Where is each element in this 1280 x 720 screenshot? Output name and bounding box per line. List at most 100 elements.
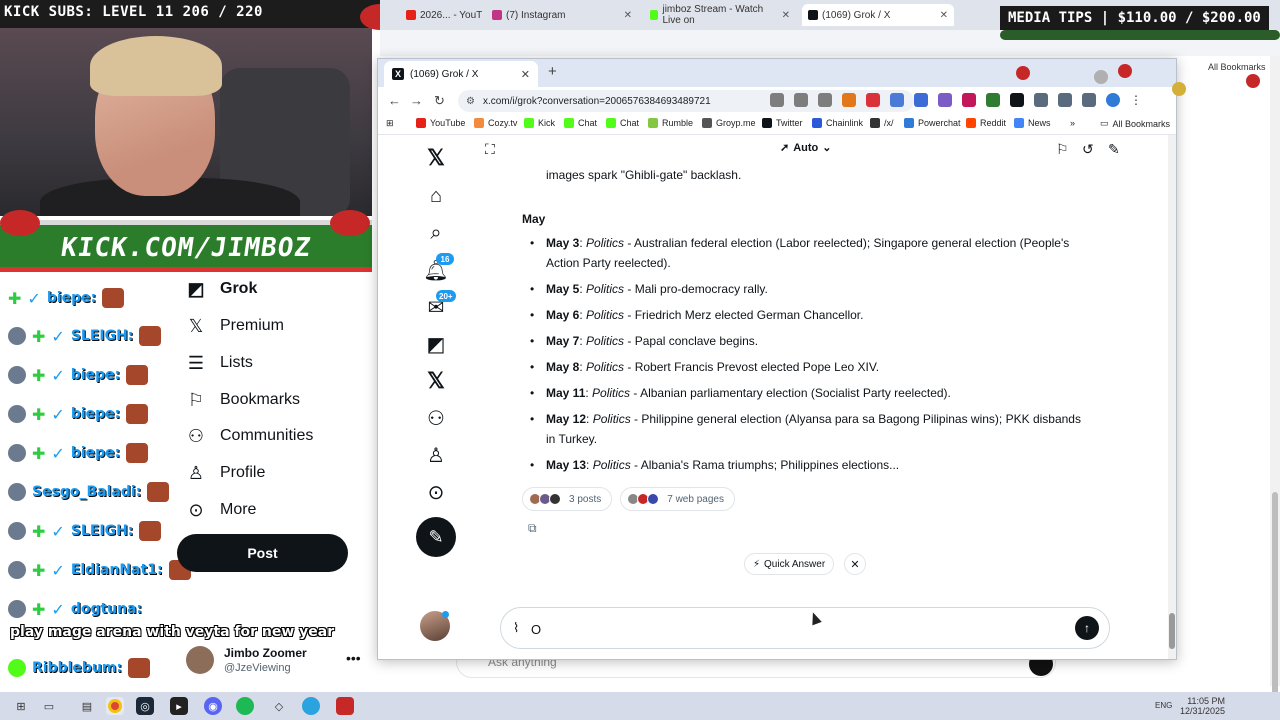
task-view-icon[interactable]: ▭	[40, 697, 58, 715]
bookmark[interactable]: Cozy.tv	[474, 118, 517, 128]
bookmark[interactable]: Kick	[524, 118, 555, 128]
app-icon[interactable]: ◇	[270, 697, 288, 715]
profile-icon[interactable]	[1106, 93, 1120, 107]
bg-post-button[interactable]: Post	[177, 534, 348, 572]
messages-icon[interactable]: ✉︎ 20+	[414, 290, 458, 322]
bg-tab[interactable]: jimboz Stream - Watch Live on ✕	[644, 4, 796, 26]
extension-icon[interactable]	[938, 93, 952, 107]
bg-nav-communities[interactable]: ⚇ Communities	[186, 422, 313, 450]
close-icon[interactable]: ✕	[521, 68, 530, 81]
sidebar-icon[interactable]	[1058, 93, 1072, 107]
gift-icon[interactable]	[866, 93, 880, 107]
bookmark[interactable]: Groyp.me	[702, 118, 756, 128]
bookmark[interactable]: YouTube	[416, 118, 465, 128]
zoom-icon[interactable]	[794, 93, 808, 107]
bg-nav-lists[interactable]: ☰ Lists	[186, 349, 253, 377]
communities-icon[interactable]: ⚇	[414, 403, 458, 433]
bg-scroll-thumb[interactable]	[1272, 492, 1278, 698]
menu-icon[interactable]: ⋮	[1130, 93, 1144, 107]
premium-icon[interactable]: 𝕏	[414, 366, 458, 396]
bg-nav-profile[interactable]: ♙ Profile	[186, 459, 265, 487]
copy-icon[interactable]: ⧉	[528, 521, 537, 536]
grok-composer[interactable]: ⌇ ↑	[500, 607, 1110, 649]
language-indicator[interactable]: ENG	[1155, 701, 1172, 710]
home-icon[interactable]: ⌂	[414, 181, 458, 211]
close-icon[interactable]: ✕	[782, 10, 790, 21]
apps-icon[interactable]: ⊞	[386, 118, 394, 129]
chrome-icon[interactable]	[106, 697, 124, 715]
bg-nav-premium[interactable]: 𝕏 Premium	[186, 312, 284, 340]
bookmark[interactable]: Twitter	[762, 118, 803, 128]
tab-search-icon[interactable]	[1082, 93, 1096, 107]
extension-icon[interactable]	[890, 93, 904, 107]
terminal-icon[interactable]: ▸	[170, 697, 188, 715]
file-explorer-icon[interactable]: ▤	[78, 697, 96, 715]
grok-input[interactable]	[531, 619, 1051, 639]
page-scrollbar[interactable]	[1168, 135, 1176, 659]
profile-icon[interactable]: ♙	[414, 440, 458, 470]
bookmark[interactable]: Chainlink	[812, 118, 863, 128]
x-logo-icon[interactable]: 𝕏	[414, 143, 458, 173]
bookmark[interactable]: Chat	[606, 118, 639, 128]
app-icon[interactable]	[336, 697, 354, 715]
bg-account-switcher[interactable]: Jimbo Zoomer @JzeViewing	[186, 646, 366, 676]
notifications-icon[interactable]: 🔔︎ 16	[414, 253, 458, 285]
bg-nav-grok[interactable]: ◩ Grok	[186, 275, 257, 303]
extension-icon[interactable]	[1034, 93, 1048, 107]
compose-post-button[interactable]: ✎	[416, 517, 456, 557]
star-icon[interactable]	[818, 93, 832, 107]
history-icon[interactable]: ↺	[1082, 141, 1094, 158]
reload-icon[interactable]: ↻	[434, 93, 445, 109]
extension-icon[interactable]	[962, 93, 976, 107]
bg-nav-bookmarks[interactable]: ⚐ Bookmarks	[186, 386, 300, 414]
bg-tab[interactable]: (1069) Grok / X ✕	[802, 4, 954, 26]
steam-icon[interactable]: ◎	[136, 697, 154, 715]
spotify-icon[interactable]	[236, 697, 254, 715]
site-info-icon[interactable]: ⚙	[466, 96, 475, 107]
scroll-thumb[interactable]	[1169, 613, 1175, 649]
close-icon[interactable]: ✕	[624, 10, 632, 21]
install-icon[interactable]	[770, 93, 784, 107]
grok-icon[interactable]: ◩	[414, 329, 458, 359]
tab-grok[interactable]: X (1069) Grok / X ✕	[384, 61, 538, 87]
web-sources-button[interactable]: 7 web pages	[620, 487, 735, 511]
bg-tab[interactable]: (7) Instagram ✕	[486, 4, 638, 26]
bookmark[interactable]: Chat	[564, 118, 597, 128]
bullet: •	[530, 386, 535, 400]
more-icon[interactable]: ⊙	[414, 477, 458, 507]
metamask-icon[interactable]	[842, 93, 856, 107]
dismiss-quick-answer-icon[interactable]: ✕	[844, 553, 866, 575]
close-icon[interactable]: ✕	[940, 10, 948, 21]
bg-tab[interactable]: 2026... - YouT	[400, 4, 490, 26]
extension-icon[interactable]	[986, 93, 1000, 107]
discord-icon[interactable]: ◉	[204, 697, 222, 715]
bookmark-icon[interactable]: ⚐	[1056, 141, 1069, 158]
send-icon[interactable]: ↑	[1075, 616, 1099, 640]
back-icon[interactable]: ←	[388, 93, 401, 108]
bookmark[interactable]: News	[1014, 118, 1051, 128]
chevron-right-icon[interactable]: »	[1070, 118, 1075, 128]
audio-icon[interactable]	[914, 93, 928, 107]
attach-icon[interactable]: ⌇	[513, 620, 519, 636]
forward-icon[interactable]: →	[410, 93, 423, 108]
search-icon[interactable]: ⌕	[414, 218, 458, 248]
bg-nav-more[interactable]: ⊙ More	[186, 496, 256, 524]
telegram-icon[interactable]	[302, 697, 320, 715]
new-chat-icon[interactable]: ✎	[1108, 141, 1120, 158]
windows-start-icon[interactable]: ⊞	[12, 697, 30, 715]
account-menu-icon[interactable]: •••	[346, 650, 361, 666]
new-tab-icon[interactable]: +	[548, 63, 557, 80]
bg-scrollbar[interactable]	[1270, 56, 1280, 698]
bookmark[interactable]: Reddit	[966, 118, 1006, 128]
bookmark[interactable]: Rumble	[648, 118, 693, 128]
clock[interactable]: 11:05 PM 12/31/2025	[1180, 696, 1225, 716]
mode-selector[interactable]: ➚ Auto ⌄	[780, 141, 831, 155]
posts-sources-button[interactable]: 3 posts	[522, 487, 613, 511]
bookmark[interactable]: Powerchat	[904, 118, 961, 128]
expand-icon[interactable]: ⛶	[485, 141, 495, 158]
bg-all-bookmarks[interactable]: All Bookmarks	[1208, 62, 1266, 72]
bookmark[interactable]: /x/	[870, 118, 894, 128]
quick-answer-button[interactable]: ⚡︎ Quick Answer	[744, 553, 835, 575]
x-icon[interactable]	[1010, 93, 1024, 107]
all-bookmarks[interactable]: ▭ All Bookmarks	[1100, 118, 1170, 129]
